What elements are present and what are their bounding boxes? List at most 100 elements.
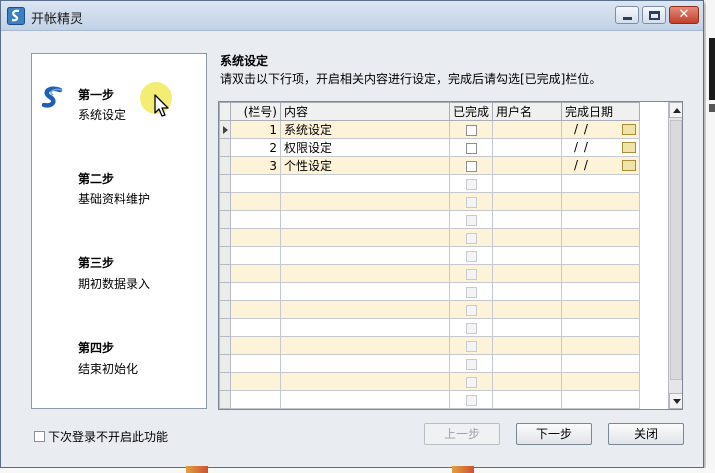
done-checkbox[interactable]	[465, 178, 477, 190]
column-header-done[interactable]: 已完成	[448, 102, 494, 121]
row-content[interactable]: 系统设定	[280, 120, 450, 139]
dont-show-again-option[interactable]: 下次登录不开启此功能	[34, 428, 168, 445]
user-cell[interactable]	[492, 390, 563, 409]
user-cell[interactable]	[492, 210, 563, 229]
done-checkbox[interactable]	[465, 394, 477, 406]
done-checkbox[interactable]	[465, 214, 477, 226]
row-selector[interactable]	[219, 408, 231, 409]
done-checkbox[interactable]	[465, 250, 477, 262]
row-selector[interactable]	[219, 282, 231, 301]
date-cell[interactable]	[561, 228, 641, 247]
row-content[interactable]	[280, 282, 450, 301]
user-cell[interactable]	[492, 354, 563, 373]
user-cell[interactable]	[492, 282, 563, 301]
done-checkbox[interactable]	[465, 160, 477, 172]
done-checkbox[interactable]	[465, 322, 477, 334]
user-cell[interactable]	[492, 228, 563, 247]
row-content[interactable]	[280, 390, 450, 409]
done-checkbox[interactable]	[465, 358, 477, 370]
user-cell[interactable]	[492, 372, 563, 391]
scroll-up-button[interactable]	[669, 102, 682, 118]
minimize-button[interactable]	[615, 6, 639, 24]
done-checkbox[interactable]	[465, 268, 477, 280]
row-selector[interactable]	[219, 318, 231, 337]
user-cell[interactable]	[492, 138, 563, 157]
date-cell[interactable]	[561, 192, 641, 211]
row-content[interactable]	[280, 228, 450, 247]
row-selector[interactable]	[219, 300, 231, 319]
dont-show-again-checkbox[interactable]	[34, 431, 45, 442]
table-row[interactable]	[219, 318, 641, 337]
user-cell[interactable]	[492, 156, 563, 175]
row-content[interactable]	[280, 354, 450, 373]
user-cell[interactable]	[492, 408, 563, 409]
done-checkbox[interactable]	[465, 286, 477, 298]
date-cell[interactable]	[561, 336, 641, 355]
table-row[interactable]	[219, 174, 641, 193]
table-row[interactable]	[219, 354, 641, 373]
row-selector[interactable]	[219, 264, 231, 283]
user-cell[interactable]	[492, 318, 563, 337]
user-cell[interactable]	[492, 246, 563, 265]
table-row[interactable]	[219, 372, 641, 391]
row-selector[interactable]	[219, 156, 231, 175]
date-cell[interactable]	[561, 408, 641, 409]
table-row[interactable]	[219, 246, 641, 265]
done-checkbox[interactable]	[465, 304, 477, 316]
date-cell[interactable]: / /	[561, 138, 641, 157]
row-content[interactable]	[280, 210, 450, 229]
column-header-index[interactable]: (栏号)	[230, 102, 281, 121]
vertical-scrollbar[interactable]	[668, 102, 682, 409]
row-content[interactable]	[280, 300, 450, 319]
done-checkbox[interactable]	[465, 376, 477, 388]
row-selector[interactable]	[219, 390, 231, 409]
date-cell[interactable]	[561, 282, 641, 301]
row-selector[interactable]	[219, 372, 231, 391]
user-cell[interactable]	[492, 264, 563, 283]
date-cell[interactable]	[561, 300, 641, 319]
row-content[interactable]	[280, 174, 450, 193]
setup-grid[interactable]: (栏号) 内容 已完成 用户名 完成日期 1 系统设定 / / 2 权限设定 /…	[218, 101, 683, 410]
row-content[interactable]	[280, 336, 450, 355]
table-row[interactable]	[219, 390, 641, 409]
previous-step-button[interactable]: 上一步	[424, 423, 500, 445]
date-cell[interactable]: / /	[561, 156, 641, 175]
maximize-button[interactable]	[642, 6, 666, 24]
user-cell[interactable]	[492, 192, 563, 211]
column-header-date[interactable]: 完成日期	[561, 102, 641, 121]
row-content[interactable]	[280, 264, 450, 283]
row-selector[interactable]	[219, 138, 231, 157]
row-selector[interactable]	[219, 246, 231, 265]
user-cell[interactable]	[492, 300, 563, 319]
table-row[interactable]	[219, 210, 641, 229]
done-checkbox[interactable]	[465, 232, 477, 244]
user-cell[interactable]	[492, 336, 563, 355]
scroll-down-button[interactable]	[669, 393, 682, 409]
table-row[interactable]	[219, 264, 641, 283]
scroll-thumb[interactable]	[670, 120, 682, 380]
table-row[interactable]	[219, 336, 641, 355]
row-content[interactable]	[280, 372, 450, 391]
date-cell[interactable]	[561, 372, 641, 391]
table-row[interactable]	[219, 192, 641, 211]
calendar-icon[interactable]	[622, 142, 637, 153]
date-cell[interactable]: / /	[561, 120, 641, 139]
close-button[interactable]: 关闭	[608, 423, 684, 445]
row-selector[interactable]	[219, 120, 231, 139]
column-header-user[interactable]: 用户名	[492, 102, 563, 121]
done-checkbox[interactable]	[465, 196, 477, 208]
done-checkbox[interactable]	[465, 124, 477, 136]
title-bar[interactable]: 开帐精灵 ✕	[1, 1, 703, 31]
table-row[interactable]: 2 权限设定 / /	[219, 138, 641, 157]
table-row[interactable]	[219, 300, 641, 319]
date-cell[interactable]	[561, 264, 641, 283]
column-header-content[interactable]: 内容	[280, 102, 450, 121]
row-content[interactable]: 权限设定	[280, 138, 450, 157]
window-close-button[interactable]: ✕	[669, 6, 699, 24]
date-cell[interactable]	[561, 318, 641, 337]
table-row[interactable]: 3 个性设定 / /	[219, 156, 641, 175]
date-cell[interactable]	[561, 354, 641, 373]
row-selector[interactable]	[219, 210, 231, 229]
row-content[interactable]: 个性设定	[280, 156, 450, 175]
row-content[interactable]	[280, 408, 450, 409]
